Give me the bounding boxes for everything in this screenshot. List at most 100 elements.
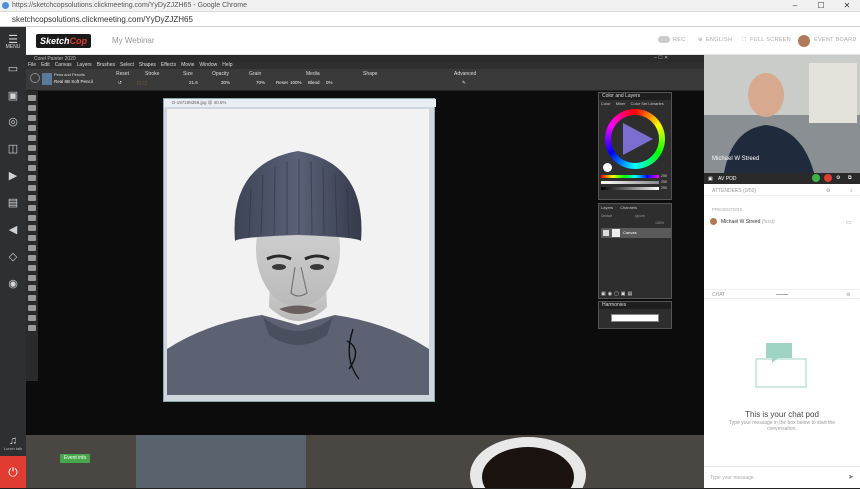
attendees-header[interactable]: ATTENDEES (0/50) ⚙ ⌕ xyxy=(704,186,860,196)
painter-tool-icon[interactable] xyxy=(28,325,36,331)
painter-tool-icon[interactable] xyxy=(28,115,36,121)
monitor-icon[interactable]: ◫ xyxy=(5,142,21,156)
painter-menu-item[interactable]: Effects xyxy=(161,62,176,68)
painter-tool-icon[interactable] xyxy=(28,205,36,211)
presenter-entry[interactable]: Michael W Streed (host) xyxy=(721,219,775,225)
event-board-button[interactable]: EVENT BOARD xyxy=(814,37,857,43)
opacity-value[interactable]: 30% xyxy=(221,80,230,85)
address-bar[interactable]: sketchcopsolutions.clickmeeting.com/YyDy… xyxy=(0,12,860,27)
blend-value[interactable]: 0% xyxy=(326,80,333,85)
current-color-swatch[interactable] xyxy=(603,163,612,172)
tab-mixer[interactable]: Mixer xyxy=(616,101,626,106)
painter-tool-icon[interactable] xyxy=(28,135,36,141)
value-slider[interactable] xyxy=(601,187,659,190)
documents-icon[interactable]: ▤ xyxy=(5,196,21,210)
painter-tool-icon[interactable] xyxy=(28,235,36,241)
megaphone-icon[interactable]: ◀ xyxy=(5,223,21,237)
painter-tool-icon[interactable] xyxy=(28,245,36,251)
compass-icon[interactable]: ◎ xyxy=(5,115,21,129)
popout-icon[interactable]: ⧉ xyxy=(848,175,852,181)
painter-tool-icon[interactable] xyxy=(28,295,36,301)
painter-menu-item[interactable]: Movie xyxy=(181,62,194,68)
painter-tool-icon[interactable] xyxy=(28,225,36,231)
painter-tool-icon[interactable] xyxy=(28,315,36,321)
painter-tool-icon[interactable] xyxy=(28,195,36,201)
brush-thumbnail[interactable] xyxy=(42,73,52,85)
advanced-icon[interactable]: ✎ xyxy=(462,80,466,86)
painter-menu-item[interactable]: Edit xyxy=(41,62,50,68)
mic-off-button[interactable] xyxy=(824,174,832,182)
camera-icon[interactable]: ▭ xyxy=(5,62,21,76)
settings-icon[interactable]: ⚙ xyxy=(836,175,840,181)
saturation-triangle[interactable] xyxy=(605,109,665,169)
leave-event-button[interactable]: ⏻ xyxy=(0,456,26,488)
chat-settings-icon[interactable]: ⚙ xyxy=(846,290,850,300)
painter-tool-icon[interactable] xyxy=(28,125,36,131)
painter-tool-icon[interactable] xyxy=(28,285,36,291)
chat-message-input[interactable]: Type your message ➤ xyxy=(704,466,860,488)
painter-tool-icon[interactable] xyxy=(28,255,36,261)
broadcast-icon[interactable]: ◉ xyxy=(5,277,21,291)
reset-icon[interactable]: ↺ xyxy=(118,80,122,86)
language-selector[interactable]: ENGLISH xyxy=(706,37,732,43)
painter-menu-item[interactable]: Canvas xyxy=(55,62,72,68)
media-reset[interactable]: Reset xyxy=(276,80,288,85)
layer-actions-icon[interactable]: ▣◉▢▣▤ xyxy=(601,291,634,297)
painter-window-controls[interactable]: – ☐ ✕ xyxy=(654,55,668,61)
harmony-swatches[interactable] xyxy=(611,314,659,322)
painter-tool-icon[interactable] xyxy=(28,215,36,221)
minimize-button[interactable]: – xyxy=(782,0,808,12)
search-icon[interactable]: ⌕ xyxy=(850,186,853,196)
screen-share-icon[interactable]: ▣ xyxy=(5,89,21,103)
poll-icon[interactable]: ◇ xyxy=(5,250,21,264)
video-play-icon[interactable]: ▶ xyxy=(5,169,21,183)
saturation-slider[interactable] xyxy=(601,181,659,184)
painter-menu-item[interactable]: Brushes xyxy=(97,62,115,68)
painter-menu-item[interactable]: Window xyxy=(199,62,217,68)
send-icon[interactable]: ➤ xyxy=(848,467,854,489)
grain-value[interactable]: 70% xyxy=(256,80,265,85)
drag-handle[interactable] xyxy=(776,294,788,295)
tab-color-sets[interactable]: Color Set Libraries xyxy=(631,101,664,106)
rec-toggle[interactable] xyxy=(658,36,670,43)
painter-tool-icon[interactable] xyxy=(28,185,36,191)
painter-menu-item[interactable]: Select xyxy=(120,62,134,68)
painter-tool-icon[interactable] xyxy=(28,265,36,271)
maximize-button[interactable]: ☐ xyxy=(808,0,834,12)
painter-menu-item[interactable]: File xyxy=(28,62,36,68)
painter-tool-icon[interactable] xyxy=(28,305,36,311)
painter-tool-icon[interactable] xyxy=(28,145,36,151)
painter-menu-item[interactable]: Help xyxy=(222,62,232,68)
gear-icon[interactable]: ⚙ xyxy=(826,186,830,196)
tab-channels[interactable]: Channels xyxy=(620,205,637,210)
tab-layers[interactable]: Layers xyxy=(601,205,613,210)
camera-on-button[interactable] xyxy=(812,174,820,182)
painter-tool-icon[interactable] xyxy=(28,165,36,171)
composite-method[interactable]: Default xyxy=(601,214,612,218)
eye-icon[interactable] xyxy=(603,230,609,236)
painter-menu-item[interactable]: Shapes xyxy=(139,62,156,68)
stroke-icon[interactable]: ⬚ ⬚ xyxy=(137,80,147,86)
hue-ring[interactable] xyxy=(605,109,665,169)
brush-variant[interactable]: Real 6B Soft Pencil xyxy=(54,79,93,84)
fullscreen-icon[interactable]: ⛶ xyxy=(742,37,746,44)
brush-selector-icon[interactable] xyxy=(30,73,40,83)
painter-menu-item[interactable]: Layers xyxy=(77,62,92,68)
painter-tool-icon[interactable] xyxy=(28,105,36,111)
layer-row[interactable]: Canvas xyxy=(601,228,671,238)
globe-icon[interactable]: ⊕ xyxy=(698,37,703,43)
painter-tool-icon[interactable] xyxy=(28,175,36,181)
painter-tool-icon[interactable] xyxy=(28,155,36,161)
fullscreen-button[interactable]: FULL SCREEN xyxy=(750,37,791,43)
hue-slider[interactable] xyxy=(601,175,659,178)
close-window-button[interactable]: ✕ xyxy=(834,0,860,12)
layer-opacity[interactable]: 100% xyxy=(655,221,664,225)
painter-tool-icon[interactable] xyxy=(28,275,36,281)
size-value[interactable]: 21.6 xyxy=(189,80,198,85)
layer-ignore[interactable]: Ignore xyxy=(635,214,645,218)
sketch-canvas[interactable] xyxy=(167,109,429,395)
painter-tool-icon[interactable] xyxy=(28,95,36,101)
media-value[interactable]: 100% xyxy=(290,80,302,85)
tab-color[interactable]: Color xyxy=(601,101,611,106)
event-info-button[interactable]: Event info xyxy=(60,454,91,463)
